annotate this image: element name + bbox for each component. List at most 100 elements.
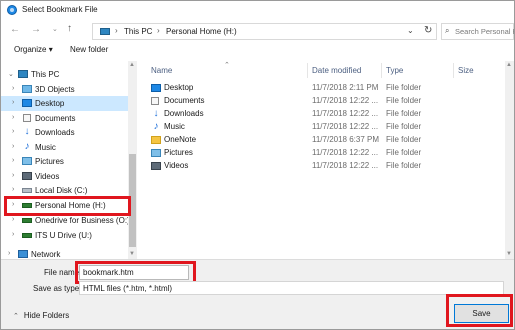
save-as-type-label: Save as type: bbox=[33, 284, 82, 293]
file-row[interactable]: ↓ Downloads 11/7/2018 12:22 ... File fol… bbox=[139, 107, 499, 120]
column-divider[interactable] bbox=[381, 63, 382, 78]
refresh-icon[interactable]: ↻ bbox=[424, 25, 432, 36]
file-type: File folder bbox=[386, 161, 422, 170]
file-date: 11/7/2018 2:11 PM bbox=[312, 83, 379, 92]
forward-arrow-icon[interactable]: → bbox=[31, 25, 41, 35]
new-folder-button[interactable]: New folder bbox=[70, 45, 108, 54]
column-divider[interactable] bbox=[307, 63, 308, 78]
column-divider[interactable] bbox=[453, 63, 454, 78]
downloads-icon: ↓ bbox=[24, 126, 30, 137]
organize-menu[interactable]: Organize ▾ bbox=[14, 45, 53, 54]
sidebar-item-pictures[interactable]: › Pictures bbox=[1, 154, 128, 169]
save-as-type-select[interactable]: HTML files (*.htm, *.html) bbox=[79, 281, 504, 295]
sidebar-item-documents[interactable]: › Documents bbox=[1, 111, 128, 126]
scroll-up-arrow-icon[interactable]: ▲ bbox=[506, 62, 512, 68]
sidebar-item-videos[interactable]: › Videos bbox=[1, 169, 128, 184]
address-dropdown-icon[interactable]: ⌄ bbox=[407, 26, 414, 35]
hide-folders-button[interactable]: ⌃ Hide Folders bbox=[13, 311, 69, 320]
file-type: File folder bbox=[386, 96, 422, 105]
expand-chevron-icon[interactable]: › bbox=[12, 172, 14, 179]
column-header-type[interactable]: Type bbox=[386, 66, 403, 75]
videos-folder-icon bbox=[151, 162, 161, 170]
search-box[interactable]: ⌕ Search Personal H bbox=[441, 23, 514, 40]
file-date: 11/7/2018 12:22 ... bbox=[312, 148, 379, 157]
chevron-down-icon: ▾ bbox=[48, 45, 53, 54]
file-date: 11/7/2018 12:22 ... bbox=[312, 161, 379, 170]
file-row[interactable]: Documents 11/7/2018 12:22 ... File folde… bbox=[139, 94, 499, 107]
breadcrumb-this-pc[interactable]: This PC bbox=[124, 27, 152, 36]
file-row[interactable]: Desktop 11/7/2018 2:11 PM File folder bbox=[139, 81, 499, 94]
search-placeholder: Search Personal H bbox=[455, 27, 515, 36]
music-icon: ♪ bbox=[24, 141, 30, 152]
navigation-pane[interactable]: ⌄ This PC › 3D Objects › Desktop › Docum… bbox=[1, 61, 137, 259]
collapse-chevron-icon[interactable]: ⌄ bbox=[8, 70, 14, 78]
sidebar-item-3d-objects[interactable]: › 3D Objects bbox=[1, 82, 128, 97]
recent-locations-chevron-icon[interactable]: ⌄ bbox=[52, 25, 58, 35]
scroll-up-arrow-icon[interactable]: ▲ bbox=[129, 62, 135, 68]
drive-icon bbox=[22, 188, 32, 193]
sidebar-item-its-u-drive[interactable]: › ITS U Drive (U:) bbox=[1, 228, 128, 243]
expand-chevron-icon[interactable]: › bbox=[12, 85, 14, 92]
back-arrow-icon[interactable]: ← bbox=[10, 25, 20, 35]
save-button-highlight-box bbox=[446, 294, 513, 327]
file-date: 11/7/2018 12:22 ... bbox=[312, 109, 379, 118]
folder-icon bbox=[151, 136, 161, 144]
file-type: File folder bbox=[386, 83, 422, 92]
expand-chevron-icon[interactable]: › bbox=[8, 250, 10, 257]
breadcrumb-personal-home[interactable]: Personal Home (H:) bbox=[166, 27, 237, 36]
network-drive-icon bbox=[22, 233, 32, 238]
save-options-panel: File name: bookmark.htm Save as type: HT… bbox=[1, 259, 514, 329]
sidebar-item-label: ITS U Drive (U:) bbox=[35, 231, 92, 240]
sidebar-item-this-pc[interactable]: ⌄ This PC bbox=[1, 67, 128, 82]
expand-chevron-icon[interactable]: › bbox=[12, 143, 14, 150]
hide-folders-label: Hide Folders bbox=[23, 311, 70, 320]
column-header-name[interactable]: Name bbox=[151, 66, 172, 75]
expand-chevron-icon[interactable]: › bbox=[12, 128, 14, 135]
expand-chevron-icon[interactable]: › bbox=[12, 99, 14, 106]
file-name: Downloads bbox=[164, 109, 204, 118]
sidebar-item-label: Videos bbox=[35, 172, 60, 181]
pictures-folder-icon bbox=[151, 149, 161, 157]
expand-chevron-icon[interactable]: › bbox=[12, 157, 14, 164]
file-row[interactable]: Pictures 11/7/2018 12:22 ... File folder bbox=[139, 146, 499, 159]
browser-logo-icon bbox=[7, 5, 17, 15]
file-type: File folder bbox=[386, 135, 422, 144]
file-row[interactable]: Videos 11/7/2018 12:22 ... File folder bbox=[139, 159, 499, 172]
personal-home-highlight-box bbox=[4, 196, 131, 216]
file-name: Pictures bbox=[164, 148, 193, 157]
sidebar-item-network[interactable]: › Network bbox=[1, 247, 128, 259]
sidebar-item-label: Documents bbox=[35, 114, 76, 123]
sidebar-item-music[interactable]: › ♪ Music bbox=[1, 140, 128, 155]
file-row[interactable]: ♪ Music 11/7/2018 12:22 ... File folder bbox=[139, 120, 499, 133]
file-date: 11/7/2018 12:22 ... bbox=[312, 96, 379, 105]
computer-icon bbox=[18, 70, 28, 78]
scroll-down-arrow-icon[interactable]: ▼ bbox=[506, 251, 512, 257]
expand-chevron-icon[interactable]: › bbox=[12, 114, 14, 121]
expand-chevron-icon[interactable]: › bbox=[12, 216, 14, 223]
sidebar-item-desktop[interactable]: › Desktop bbox=[1, 96, 128, 111]
breadcrumb-separator-icon[interactable]: › bbox=[157, 26, 160, 35]
save-as-type-value: HTML files (*.htm, *.html) bbox=[83, 284, 173, 293]
expand-chevron-icon[interactable]: › bbox=[12, 231, 14, 238]
window-title: Select Bookmark File bbox=[22, 5, 98, 14]
command-toolbar: Organize ▾ New folder bbox=[1, 43, 514, 60]
file-type: File folder bbox=[386, 122, 422, 131]
expand-chevron-icon[interactable]: › bbox=[12, 186, 14, 193]
pictures-icon bbox=[22, 157, 32, 165]
file-row[interactable]: OneNote 11/7/2018 6:37 PM File folder bbox=[139, 133, 499, 146]
column-header-date-modified[interactable]: Date modified bbox=[312, 66, 361, 75]
column-header-size[interactable]: Size bbox=[458, 66, 474, 75]
scroll-down-arrow-icon[interactable]: ▼ bbox=[129, 251, 135, 257]
desktop-folder-icon bbox=[151, 84, 161, 92]
search-icon: ⌕ bbox=[445, 26, 450, 35]
breadcrumb-separator-icon[interactable]: › bbox=[115, 26, 118, 35]
up-arrow-icon[interactable]: ↑ bbox=[67, 24, 72, 34]
file-name: Music bbox=[164, 122, 185, 131]
file-list-scrollbar[interactable]: ▲ ▼ bbox=[505, 61, 514, 259]
sidebar-item-downloads[interactable]: › ↓ Downloads bbox=[1, 125, 128, 140]
file-name: Videos bbox=[164, 161, 189, 170]
network-drive-icon bbox=[22, 218, 32, 223]
file-list[interactable]: ⌃ Name Date modified Type Size Desktop 1… bbox=[139, 61, 504, 259]
navigation-scrollbar[interactable]: ▲ ▼ bbox=[128, 61, 137, 259]
address-bar[interactable]: › This PC › Personal Home (H:) ⌄ ↻ bbox=[92, 23, 437, 40]
